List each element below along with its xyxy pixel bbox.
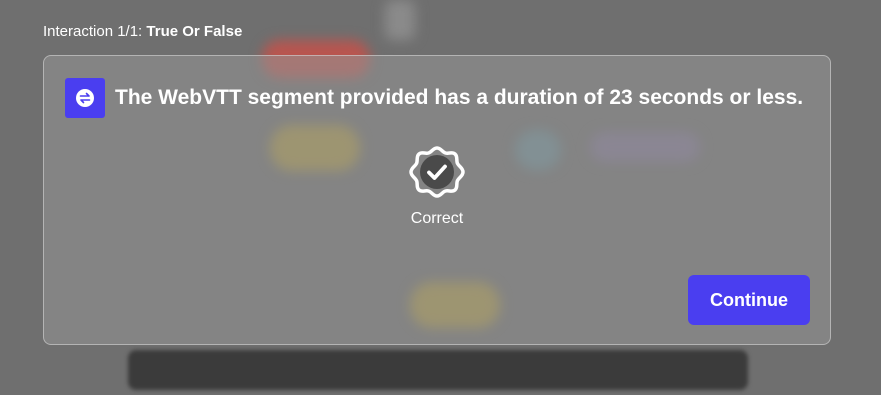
interaction-counter-prefix: Interaction 1/1:	[43, 23, 147, 40]
question-card: The WebVTT segment provided has a durati…	[43, 55, 831, 345]
question-text: The WebVTT segment provided has a durati…	[115, 86, 804, 109]
result-label: Correct	[410, 210, 464, 227]
continue-button[interactable]: Continue	[688, 275, 810, 325]
result-status: Correct	[44, 144, 830, 228]
interaction-overlay: Interaction 1/1: True Or False The WebVT…	[0, 0, 881, 395]
check-badge-icon	[409, 146, 465, 198]
interaction-counter: Interaction 1/1: True Or False	[43, 23, 242, 40]
swap-arrows-icon	[65, 78, 105, 118]
blurred-bottom-bar	[128, 350, 748, 390]
question-row: The WebVTT segment provided has a durati…	[65, 78, 803, 118]
interaction-type: True Or False	[146, 23, 243, 40]
